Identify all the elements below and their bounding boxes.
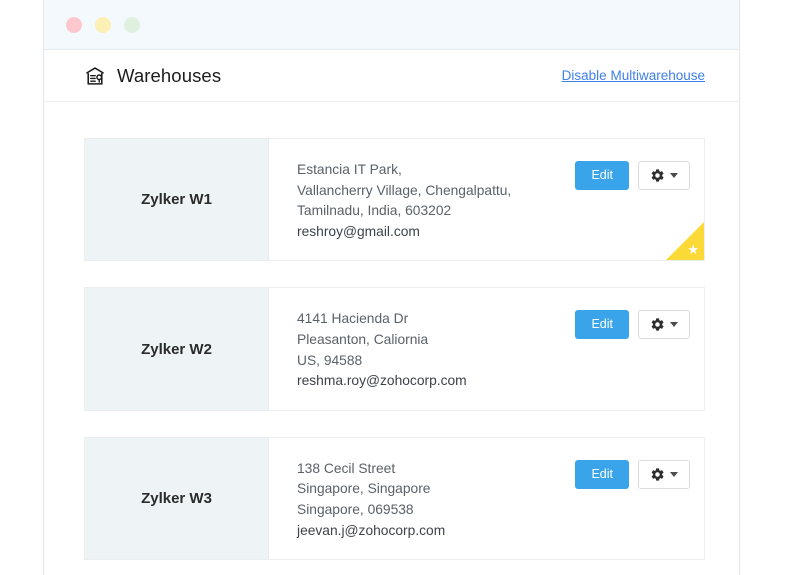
chevron-down-icon (670, 322, 678, 327)
warehouse-address: 138 Cecil StreetSingapore, SingaporeSing… (297, 459, 445, 541)
warehouse-card: Zylker W3 138 Cecil StreetSingapore, Sin… (84, 437, 705, 560)
app-root: Warehouses Disable Multiwarehouse Zylker… (0, 0, 800, 575)
browser-window: Warehouses Disable Multiwarehouse Zylker… (43, 0, 740, 575)
settings-dropdown-button[interactable] (638, 460, 690, 489)
address-line: 138 Cecil Street (297, 459, 445, 480)
edit-button[interactable]: Edit (575, 310, 629, 339)
warehouse-card-body: Estancia IT Park,Vallancherry Village, C… (269, 139, 704, 260)
gear-icon (650, 317, 665, 332)
warehouse-card: Zylker W1 Estancia IT Park,Vallancherry … (84, 138, 705, 261)
warehouse-list: Zylker W1 Estancia IT Park,Vallancherry … (44, 102, 739, 560)
maximize-window-button[interactable] (124, 17, 140, 33)
address-line: 4141 Hacienda Dr (297, 309, 467, 330)
settings-dropdown-button[interactable] (638, 161, 690, 190)
settings-dropdown-button[interactable] (638, 310, 690, 339)
warehouse-email: jeevan.j@zohocorp.com (297, 521, 445, 542)
warehouse-address: 4141 Hacienda DrPleasanton, CaliorniaUS,… (297, 309, 467, 391)
window-titlebar (44, 0, 739, 50)
edit-button[interactable]: Edit (575, 460, 629, 489)
address-line: Tamilnadu, India, 603202 (297, 201, 511, 222)
warehouse-card-actions: Edit (575, 309, 690, 339)
minimize-window-button[interactable] (95, 17, 111, 33)
warehouse-card-actions: Edit (575, 459, 690, 489)
address-line: Estancia IT Park, (297, 160, 511, 181)
warehouse-name: Zylker W2 (85, 288, 269, 409)
close-window-button[interactable] (66, 17, 82, 33)
address-line: Pleasanton, Caliornia (297, 330, 467, 351)
gear-icon (650, 168, 665, 183)
warehouse-name: Zylker W3 (85, 438, 269, 559)
primary-warehouse-badge: ★ (666, 222, 704, 260)
warehouse-card-body: 138 Cecil StreetSingapore, SingaporeSing… (269, 438, 704, 559)
address-line: Singapore, Singapore (297, 479, 445, 500)
warehouse-name: Zylker W1 (85, 139, 269, 260)
warehouse-card-actions: Edit (575, 160, 690, 190)
address-line: Singapore, 069538 (297, 500, 445, 521)
address-line: US, 94588 (297, 351, 467, 372)
badge-triangle (666, 222, 704, 260)
disable-multiwarehouse-link[interactable]: Disable Multiwarehouse (562, 68, 705, 83)
chevron-down-icon (670, 472, 678, 477)
warehouse-address: Estancia IT Park,Vallancherry Village, C… (297, 160, 511, 242)
page-header-left: Warehouses (84, 65, 221, 87)
warehouse-email: reshroy@gmail.com (297, 222, 511, 243)
star-icon: ★ (687, 243, 699, 256)
chevron-down-icon (670, 173, 678, 178)
warehouse-card-body: 4141 Hacienda DrPleasanton, CaliorniaUS,… (269, 288, 704, 409)
warehouse-email: reshma.roy@zohocorp.com (297, 371, 467, 392)
page-header: Warehouses Disable Multiwarehouse (44, 50, 739, 102)
warehouse-card: Zylker W2 4141 Hacienda DrPleasanton, Ca… (84, 287, 705, 410)
page-title: Warehouses (117, 65, 221, 87)
edit-button[interactable]: Edit (575, 161, 629, 190)
warehouse-icon (84, 65, 106, 87)
gear-icon (650, 467, 665, 482)
address-line: Vallancherry Village, Chengalpattu, (297, 181, 511, 202)
